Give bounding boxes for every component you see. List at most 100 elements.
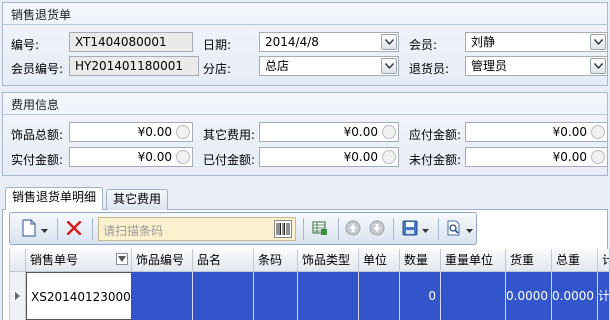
move-up-button[interactable] [342, 217, 364, 241]
tab-return-details-label: 销售退货单明细 [11, 190, 96, 204]
table-export-icon [312, 220, 328, 239]
member-no-label: 会员编号: [11, 62, 64, 76]
toolbar-separator [303, 218, 304, 240]
column-header-jewelry-type[interactable]: 饰品类型 [298, 249, 359, 272]
chevron-down-icon [40, 222, 48, 236]
order-no-label: 编号: [11, 38, 40, 52]
toolbar-separator [57, 218, 58, 240]
paid-field[interactable]: ¥0.00 [259, 147, 399, 167]
column-header-quantity[interactable]: 数量 [400, 249, 441, 272]
order-no-value: XT1404080001 [75, 35, 167, 49]
table-cell-quantity[interactable]: 0 [400, 272, 441, 320]
tab-other-fees[interactable]: 其它费用 [106, 189, 168, 210]
table-cell-weight-unit[interactable] [441, 272, 506, 320]
new-document-icon [21, 218, 37, 240]
chevron-down-icon [421, 222, 429, 236]
delete-button[interactable] [62, 217, 86, 241]
tab-return-details[interactable]: 销售退货单明细 [5, 187, 103, 210]
payable-value: ¥0.00 [552, 125, 587, 139]
actual-received-field[interactable]: ¥0.00 [69, 147, 193, 167]
divider [3, 24, 607, 25]
payable-label: 应付金额: [409, 128, 462, 142]
column-header-label: 总重 [556, 253, 581, 267]
chevron-down-icon[interactable] [590, 34, 606, 50]
new-document-button[interactable] [16, 217, 52, 241]
column-header-goods-weight[interactable]: 货重 [506, 249, 552, 272]
table-cell-sales-order-no[interactable]: XS201401230003 [26, 272, 132, 320]
column-header-more[interactable]: 计 [598, 249, 610, 272]
chevron-down-icon[interactable] [590, 58, 606, 74]
floppy-disk-icon [402, 220, 418, 239]
date-picker[interactable]: 2014/4/8 [259, 32, 399, 52]
fees-title: 费用信息 [11, 98, 60, 112]
barcode-icon[interactable] [274, 220, 292, 238]
unpaid-field[interactable]: ¥0.00 [465, 147, 608, 167]
cell-text: 计 [598, 289, 610, 303]
column-header-total-weight[interactable]: 总重 [552, 249, 598, 272]
other-fees-field[interactable]: ¥0.00 [259, 122, 399, 142]
table-cell-jewelry-type[interactable] [298, 272, 359, 320]
column-header-sales-order-no[interactable]: 销售单号 [26, 249, 132, 272]
column-header-label: 单位 [363, 253, 388, 267]
spin-icon[interactable] [175, 149, 191, 165]
member-value: 刘静 [471, 35, 496, 49]
export-table-button[interactable] [308, 217, 332, 241]
filter-icon[interactable] [116, 253, 128, 265]
member-no-field[interactable]: HY201401180001 [69, 56, 199, 76]
column-header-label: 饰品编号 [136, 253, 185, 267]
spin-icon[interactable] [590, 124, 606, 140]
member-select[interactable]: 刘静 [465, 32, 608, 52]
jewelry-total-label: 饰品总额: [11, 128, 64, 142]
branch-select[interactable]: 总店 [259, 56, 399, 76]
jewelry-total-field[interactable]: ¥0.00 [69, 122, 193, 142]
table-cell-unit[interactable] [359, 272, 400, 320]
toolbar-separator [393, 218, 394, 240]
table-cell-total-weight[interactable]: 0.0000 [552, 272, 598, 320]
column-header-label: 重量单位 [445, 253, 494, 267]
jewelry-total-value: ¥0.00 [137, 125, 172, 139]
returner-select[interactable]: 管理员 [465, 56, 608, 76]
spin-icon[interactable] [590, 149, 606, 165]
table-cell-more[interactable]: 计 [598, 272, 610, 320]
paid-value: ¥0.00 [343, 150, 378, 164]
print-preview-button[interactable] [442, 217, 476, 241]
chevron-down-icon [465, 222, 473, 236]
magnifier-document-icon [446, 220, 462, 239]
cell-text: 0 [428, 289, 436, 303]
delete-x-icon [66, 220, 82, 238]
table-cell-barcode[interactable] [254, 272, 298, 320]
other-fees-value: ¥0.00 [343, 125, 378, 139]
column-header-unit[interactable]: 单位 [359, 249, 400, 272]
spin-icon[interactable] [381, 124, 397, 140]
actual-received-value: ¥0.00 [137, 150, 172, 164]
column-header-label: 计 [602, 253, 609, 267]
table-cell-goods-weight[interactable]: 0.0000 [506, 272, 552, 320]
cell-text: 0.0000 [552, 289, 594, 303]
returner-label: 退货员: [409, 62, 450, 76]
member-no-value: HY201401180001 [75, 59, 183, 73]
column-header-barcode[interactable]: 条码 [254, 249, 298, 272]
move-down-button[interactable] [366, 217, 388, 241]
payable-field[interactable]: ¥0.00 [465, 122, 608, 142]
date-label: 日期: [203, 38, 232, 52]
column-header-weight-unit[interactable]: 重量单位 [441, 249, 506, 272]
spin-icon[interactable] [175, 124, 191, 140]
toolbar-separator [438, 218, 439, 240]
column-header-label: 饰品类型 [302, 253, 351, 267]
chevron-down-icon[interactable] [381, 34, 397, 50]
row-indicator[interactable] [9, 272, 26, 320]
chevron-down-icon[interactable] [381, 58, 397, 74]
column-header-jewelry-no[interactable]: 饰品编号 [132, 249, 193, 272]
table-cell-jewelry-no[interactable] [132, 272, 193, 320]
save-button[interactable] [398, 217, 432, 241]
column-header-label: 销售单号 [30, 253, 79, 267]
order-header-title: 销售退货单 [11, 8, 72, 22]
arrow-up-icon [345, 220, 361, 239]
order-no-field[interactable]: XT1404080001 [69, 32, 193, 52]
member-label: 会员: [409, 38, 438, 52]
spin-icon[interactable] [381, 149, 397, 165]
cell-text: 0.0000 [506, 289, 548, 303]
barcode-scan-input[interactable]: 请扫描条码 [98, 217, 296, 241]
table-cell-product-name[interactable] [193, 272, 254, 320]
column-header-product-name[interactable]: 品名 [193, 249, 254, 272]
